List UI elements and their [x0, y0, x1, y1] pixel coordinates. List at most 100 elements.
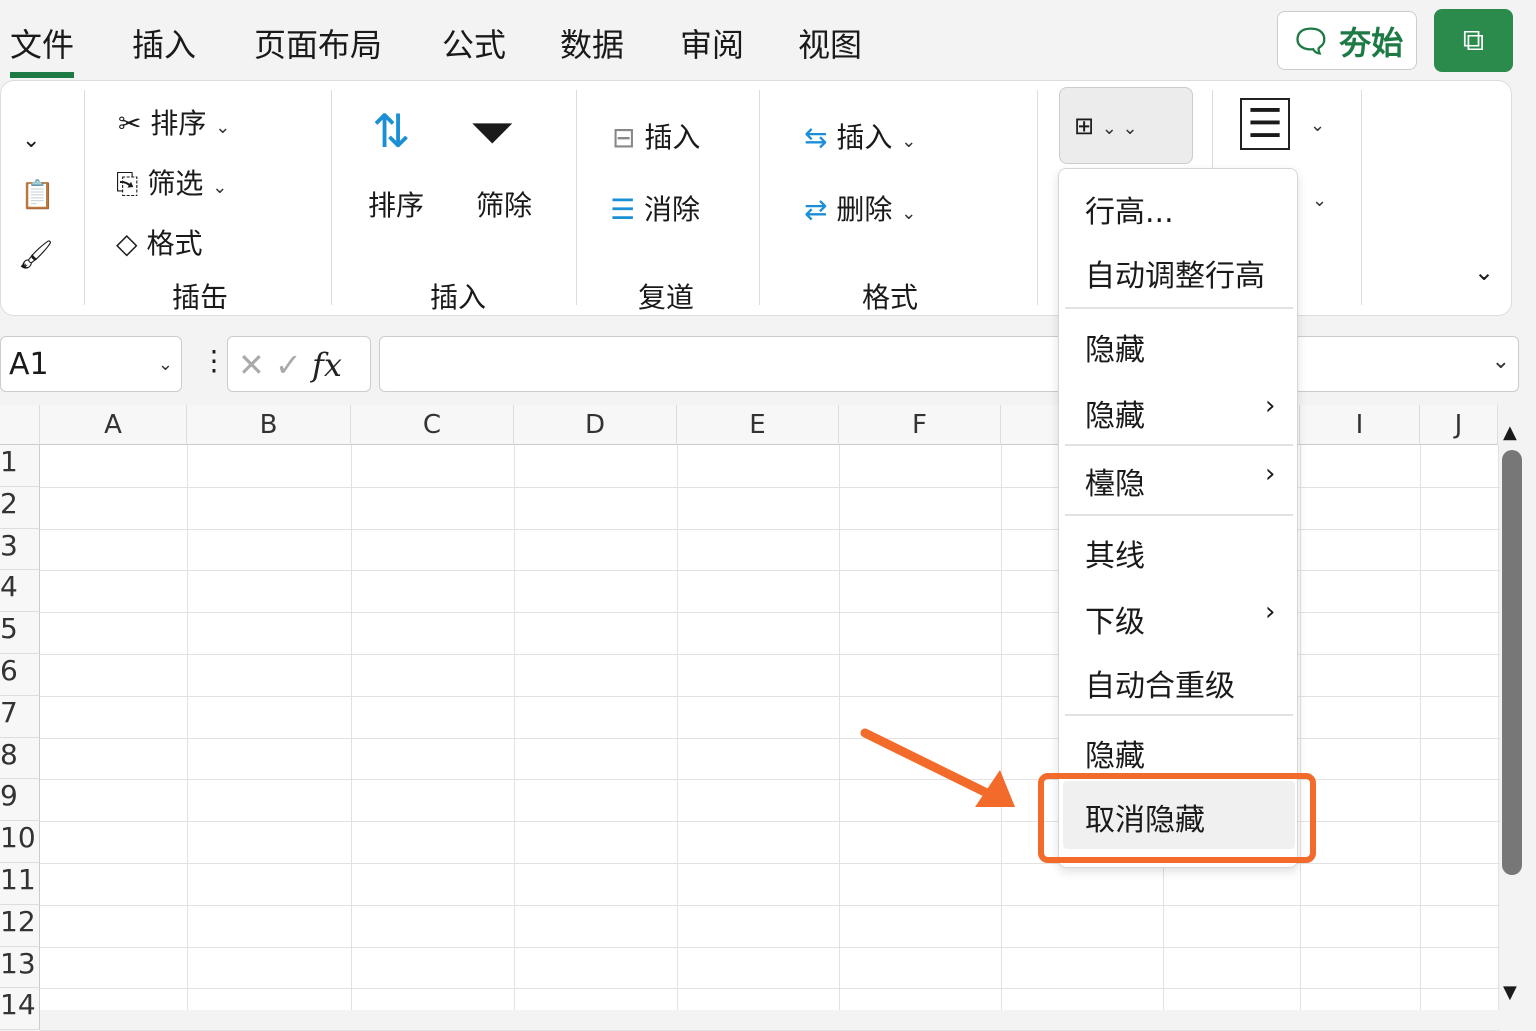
scissors-icon: ✂	[118, 107, 142, 140]
tab-file[interactable]: 文件	[10, 20, 75, 78]
share-button[interactable]: 🗨 夯始	[1277, 11, 1417, 70]
menu-item-level[interactable]: 下级 ›	[1085, 597, 1275, 641]
copy-icon: ⎘	[116, 167, 139, 200]
insert-button[interactable]: ⊟ 插入	[612, 116, 700, 156]
chevron-right-icon: ›	[1265, 459, 1276, 489]
column-header[interactable]: A	[40, 405, 187, 445]
group-label: 插入	[430, 281, 487, 314]
insert-cells-button[interactable]: ⇆ 插入 ⌄	[804, 116, 916, 156]
name-box[interactable]: A1 ⌄	[0, 336, 182, 392]
highlight-box	[1038, 773, 1316, 863]
menu-item-autofit-row[interactable]: 自动调整行高	[1085, 251, 1265, 295]
menu-item-hide-2[interactable]: 隐藏	[1085, 731, 1145, 775]
column-header[interactable]: C	[351, 405, 514, 445]
grid-line	[187, 445, 188, 1010]
group-label: 复道	[638, 281, 695, 314]
row-header[interactable]: 9	[0, 779, 40, 822]
menu-item-auto-merge[interactable]: 自动合重级	[1085, 661, 1235, 705]
chevron-right-icon: ›	[1265, 597, 1276, 627]
collapse-icon[interactable]: ⌄	[22, 128, 40, 153]
group-label: 插缶	[172, 281, 229, 314]
tab-insert[interactable]: 插入	[132, 20, 196, 66]
grid-line	[839, 445, 840, 1010]
chevron-down-icon: ⌄	[1491, 349, 1510, 374]
clear-icon: ☰	[610, 193, 636, 226]
comment-icon: 🗨	[1290, 21, 1332, 60]
chevron-down-icon: ⌄	[901, 203, 917, 224]
tab-formulas[interactable]: 公式	[442, 20, 506, 66]
grid-line	[351, 445, 352, 1010]
grid-line	[40, 988, 1500, 990]
sort-icon: ⇅	[372, 104, 411, 158]
scroll-up-icon[interactable]: ▲	[1503, 422, 1517, 443]
format-painter-icon[interactable]: 🖌	[18, 238, 54, 271]
tab-page-layout[interactable]: 页面布局	[254, 20, 382, 66]
chevron-down-icon[interactable]: ⌄	[1310, 115, 1325, 136]
formula-input[interactable]: ⌄	[379, 336, 1519, 392]
menu-item-unhide-submenu[interactable]: 檯隐 ›	[1085, 459, 1275, 503]
row-header[interactable]: 4	[0, 570, 40, 613]
format-dropdown-button[interactable]: ⊞ ⌄ ⌄	[1059, 87, 1193, 164]
group-label: 格式	[862, 281, 919, 314]
grid-line	[1420, 445, 1421, 1010]
menu-item-hide-submenu[interactable]: 隐藏 ›	[1085, 391, 1275, 435]
select-all[interactable]	[0, 405, 40, 445]
vertical-scrollbar[interactable]	[1502, 450, 1522, 875]
row-header[interactable]: 7	[0, 695, 40, 738]
row-header[interactable]: 1	[0, 445, 40, 487]
row-header[interactable]: 5	[0, 612, 40, 654]
cancel-icon[interactable]: ✕	[238, 346, 265, 384]
row-height-icon: ⊞	[1074, 112, 1095, 140]
row-header[interactable]: 8	[0, 737, 40, 780]
grid-line	[40, 946, 1500, 948]
eraser-icon: ◇	[116, 227, 138, 260]
chevron-down-icon: ⌄ ⌄	[1101, 118, 1138, 139]
tab-review[interactable]: 审阅	[680, 20, 744, 66]
column-header[interactable]: F	[839, 405, 1001, 445]
row-header[interactable]: 10	[0, 821, 40, 863]
grid-line	[514, 445, 515, 1010]
more-icon: ⋮	[200, 344, 228, 377]
chevron-down-icon: ⌄	[157, 354, 173, 375]
row-header[interactable]: 13	[0, 946, 40, 989]
confirm-icon[interactable]: ✓	[275, 346, 302, 384]
arrow-icon	[860, 728, 1015, 807]
tab-view[interactable]: 视图	[798, 20, 862, 66]
delete-cells-button[interactable]: ⇄ 删除 ⌄	[804, 188, 916, 228]
formula-buttons: ✕ ✓ fx	[227, 336, 371, 392]
tab-data[interactable]: 数据	[560, 20, 624, 66]
column-header[interactable]: J	[1420, 405, 1498, 445]
row-header[interactable]: 12	[0, 904, 40, 947]
column-header[interactable]: I	[1300, 405, 1420, 445]
clear-button[interactable]: ☰ 消除	[610, 188, 700, 228]
menu-item-row-height[interactable]: 行高...	[1085, 187, 1174, 231]
grid-line	[40, 904, 1500, 906]
row-header[interactable]: 3	[0, 528, 40, 571]
column-header[interactable]: D	[514, 405, 677, 445]
fx-button[interactable]: fx	[312, 346, 342, 384]
wrap-text-icon[interactable]: ☰	[1240, 98, 1290, 150]
menu-item-hide[interactable]: 隐藏	[1085, 325, 1145, 369]
window-button[interactable]: ⧉	[1434, 9, 1513, 72]
chevron-down-icon: ⌄	[901, 131, 917, 152]
cut-button[interactable]: ✂ 排序 ⌄	[118, 102, 230, 142]
format-menu: 行高... 自动调整行高 隐藏 隐藏 › 檯隐 › 其线 下级 › 自动合重级 隐藏 …	[1058, 168, 1298, 868]
row-header[interactable]: 11	[0, 863, 40, 905]
column-header[interactable]: E	[677, 405, 839, 445]
column-header[interactable]: B	[187, 405, 351, 445]
delete-cells-icon: ⇄	[804, 193, 828, 226]
row-header[interactable]: 2	[0, 486, 40, 529]
menu-item-other[interactable]: 其线	[1085, 531, 1145, 575]
chevron-down-icon: ⌄	[215, 117, 231, 138]
copy-button[interactable]: ⎘ 筛选 ⌄	[116, 162, 227, 202]
chevron-right-icon: ›	[1265, 391, 1276, 421]
row-header[interactable]: 6	[0, 654, 40, 696]
filter-button[interactable]: 筛除	[476, 184, 532, 224]
sort-button[interactable]: 排序	[368, 184, 424, 224]
paste-icon[interactable]: 📋	[20, 178, 55, 211]
expand-ribbon-icon[interactable]: ⌄	[1474, 258, 1494, 286]
chevron-down-icon: ⌄	[212, 177, 228, 198]
scroll-down-icon[interactable]: ▼	[1503, 982, 1517, 1003]
chevron-down-icon[interactable]: ⌄	[1312, 190, 1327, 211]
format-button[interactable]: ◇ 格式	[116, 222, 202, 262]
